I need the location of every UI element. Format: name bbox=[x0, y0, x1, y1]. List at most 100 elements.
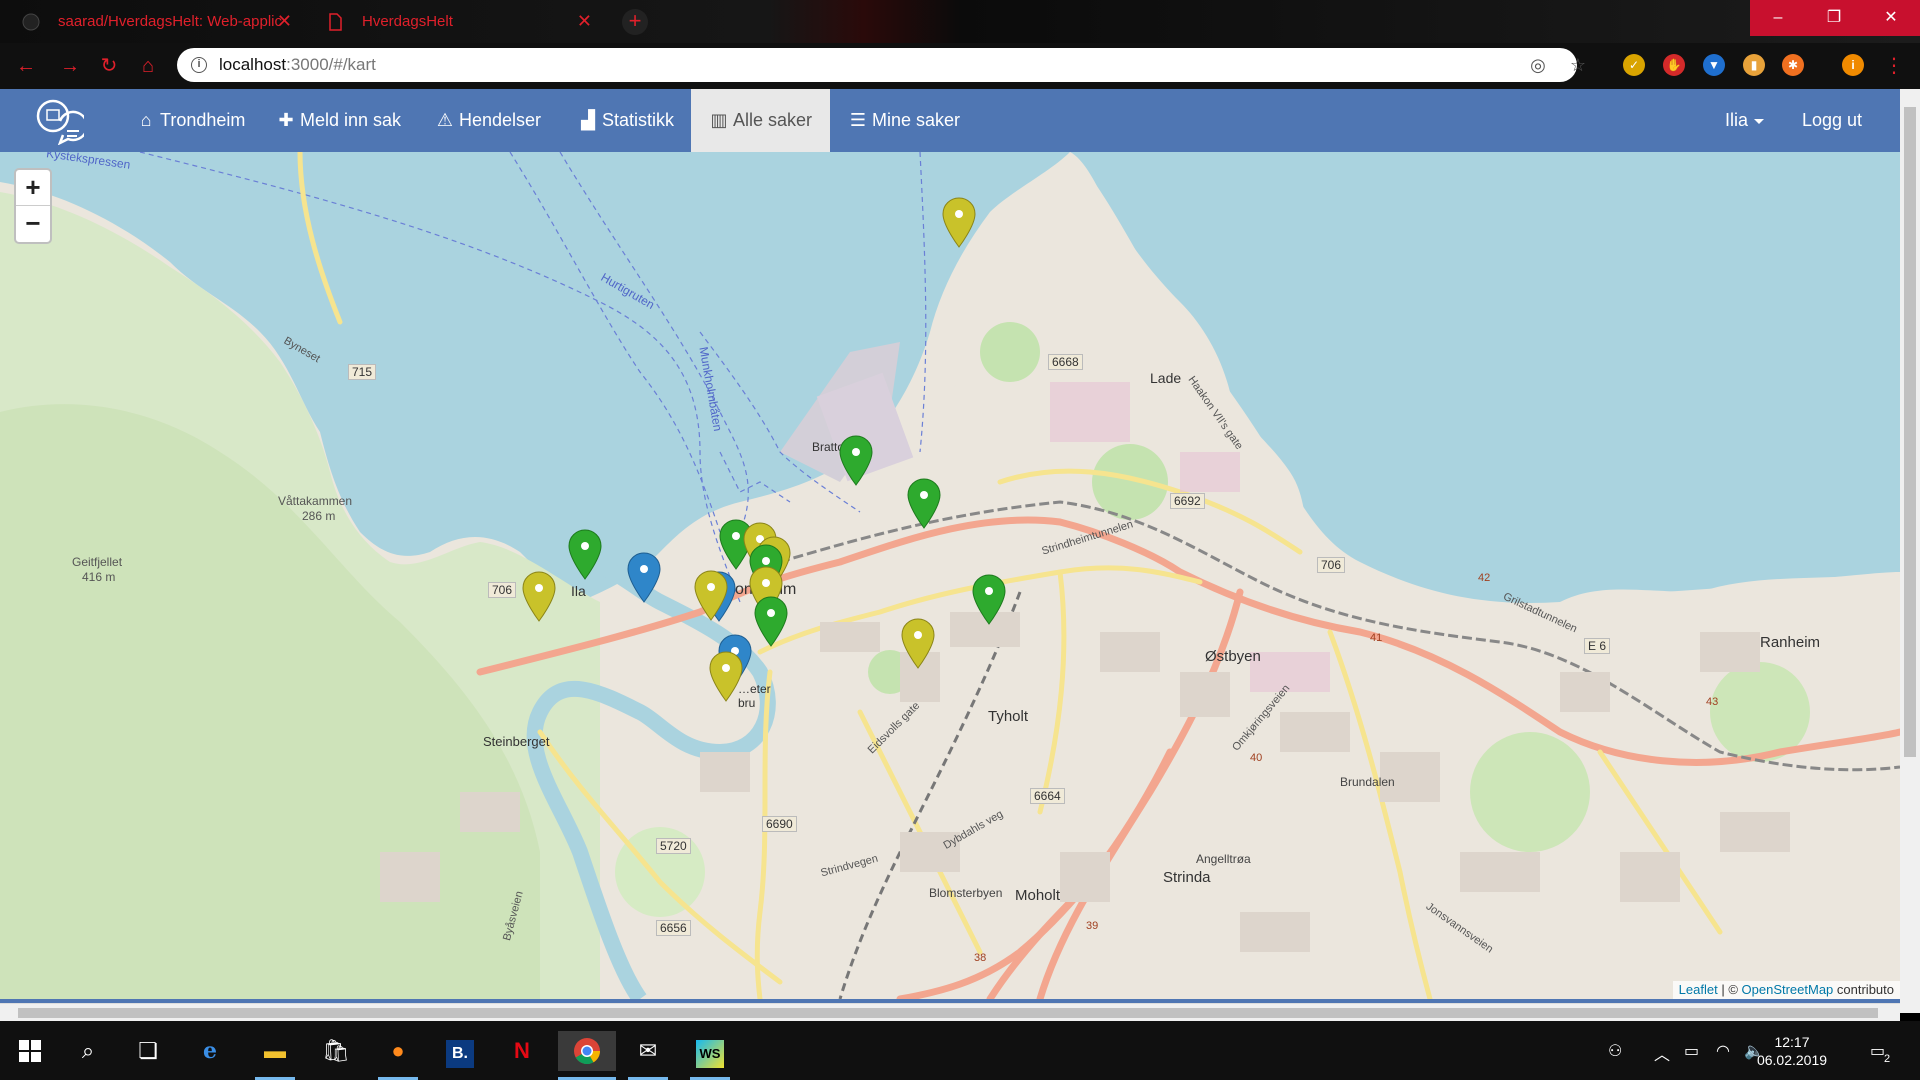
map-attribution: Leaflet | © OpenStreetMap contributo bbox=[1672, 981, 1900, 999]
vertical-scrollbar[interactable] bbox=[1900, 89, 1920, 1013]
map-marker[interactable] bbox=[709, 651, 743, 703]
table-icon: ☰ bbox=[849, 110, 867, 130]
horizontal-scrollbar[interactable] bbox=[0, 1003, 1900, 1021]
task-view-icon[interactable]: ❏ bbox=[128, 1031, 168, 1071]
road-label-41: 41 bbox=[1370, 632, 1383, 644]
zoom-out-button[interactable]: − bbox=[16, 206, 50, 242]
start-icon[interactable] bbox=[10, 1031, 50, 1071]
map-label-lade: Lade bbox=[1150, 370, 1182, 386]
close-tab-icon[interactable]: ✕ bbox=[277, 0, 292, 43]
map-marker[interactable] bbox=[942, 197, 976, 249]
battery-icon[interactable]: ▭ bbox=[1684, 1041, 1699, 1061]
adblock-icon[interactable]: ✋ bbox=[1663, 54, 1685, 76]
nav-trondheim[interactable]: ⌂ Trondheim bbox=[136, 89, 246, 152]
vpn-shield-icon[interactable]: ▼ bbox=[1703, 54, 1725, 76]
bookmark-star-icon[interactable]: ☆ bbox=[1569, 56, 1587, 74]
windows-taskbar: ⌕ ❏ e ▬ 🛍 ● B. N ✉ WS ⚇ ︿ ▭ ◠ 🔈 12:17 06… bbox=[0, 1021, 1920, 1080]
road-label-43: 43 bbox=[1706, 696, 1719, 708]
mail-icon[interactable]: ✉ bbox=[628, 1031, 668, 1080]
action-center-icon[interactable]: ▭ bbox=[1870, 1041, 1885, 1061]
logout-link[interactable]: Logg ut bbox=[1802, 89, 1862, 152]
map-label-strinda: Strinda bbox=[1163, 869, 1211, 886]
map-marker[interactable] bbox=[568, 529, 602, 581]
webstorm-icon[interactable]: WS bbox=[690, 1031, 730, 1080]
netflix-icon[interactable]: N bbox=[502, 1031, 542, 1071]
road-label-40: 40 bbox=[1250, 752, 1263, 764]
norton-icon[interactable]: ✓ bbox=[1623, 54, 1645, 76]
location-target-icon[interactable]: ◎ bbox=[1529, 56, 1547, 74]
map-marker[interactable] bbox=[901, 618, 935, 670]
address-bar[interactable]: i localhost:3000/#/kart ◎ ☆ bbox=[177, 48, 1586, 82]
map-marker[interactable] bbox=[694, 570, 728, 622]
home-icon: ⌂ bbox=[140, 110, 152, 130]
edge-icon[interactable]: e bbox=[190, 1031, 230, 1071]
map-label-moholt: Moholt bbox=[1015, 887, 1061, 904]
clock-time: 12:17 bbox=[1774, 1034, 1810, 1050]
booking-icon[interactable]: B. bbox=[440, 1031, 480, 1071]
chrome-icon[interactable] bbox=[558, 1031, 616, 1080]
browser-tab-hverdagshelt[interactable]: HverdagsHelt ✕ bbox=[304, 0, 604, 43]
people-icon[interactable]: ⚇ bbox=[1608, 1041, 1622, 1061]
show-hidden-icons-icon[interactable]: ︿ bbox=[1654, 1041, 1670, 1065]
profile-icon[interactable]: i bbox=[1842, 54, 1864, 76]
caret-down-icon bbox=[1754, 118, 1765, 124]
road-shield-6692: 6692 bbox=[1170, 493, 1205, 509]
home-button-icon[interactable]: ⌂ bbox=[134, 52, 162, 80]
scrollbar-thumb[interactable] bbox=[18, 1008, 1878, 1018]
nav-alle-saker[interactable]: ▥ Alle saker bbox=[691, 89, 831, 152]
road-shield-e6: E 6 bbox=[1584, 638, 1611, 654]
scrollbar-thumb[interactable] bbox=[1904, 107, 1916, 757]
road-shield-706-east: 706 bbox=[1317, 557, 1346, 573]
forward-icon[interactable]: → bbox=[56, 52, 84, 80]
file-explorer-icon[interactable]: ▬ bbox=[255, 1031, 295, 1080]
maximize-button[interactable]: ❐ bbox=[1806, 0, 1862, 36]
road-shield-6668: 6668 bbox=[1048, 354, 1083, 370]
bar-chart-icon: ▟ bbox=[581, 110, 595, 130]
avast-icon[interactable]: ✱ bbox=[1782, 54, 1804, 76]
map-marker[interactable] bbox=[754, 596, 788, 648]
browser-tab-github[interactable]: saarad/HverdagsHelt: Web-applic ✕ bbox=[0, 0, 304, 43]
close-window-button[interactable]: ✕ bbox=[1862, 0, 1920, 36]
road-shield-5720: 5720 bbox=[656, 838, 691, 854]
store-icon[interactable]: 🛍 bbox=[316, 1031, 356, 1071]
map-label-tyholt: Tyholt bbox=[988, 708, 1029, 725]
map-label-ranheim: Ranheim bbox=[1760, 634, 1821, 651]
site-info-icon[interactable]: i bbox=[191, 57, 207, 73]
menu-kebab-icon[interactable]: ⋮ bbox=[1880, 52, 1908, 80]
nav-hendelser[interactable]: ⚠ Hendelser bbox=[435, 89, 541, 152]
map-label-bakklandet: …eter bru bbox=[738, 682, 771, 710]
new-tab-button[interactable]: + bbox=[622, 9, 648, 35]
url-text[interactable]: localhost:3000/#/kart bbox=[219, 48, 376, 82]
reload-icon[interactable]: ↻ bbox=[95, 52, 123, 80]
wifi-icon[interactable]: ◠ bbox=[1716, 1041, 1730, 1061]
nav-meld-inn-sak[interactable]: ✚ Meld inn sak bbox=[276, 89, 401, 152]
map-marker[interactable] bbox=[972, 574, 1006, 626]
minimize-button[interactable]: – bbox=[1750, 0, 1806, 36]
map-label-ostbyen: Østbyen bbox=[1205, 648, 1261, 665]
openstreetmap-link[interactable]: OpenStreetMap bbox=[1742, 982, 1834, 997]
firefox-icon[interactable]: ● bbox=[378, 1031, 418, 1080]
leaflet-link[interactable]: Leaflet bbox=[1679, 982, 1718, 997]
tab-title: saarad/HverdagsHelt: Web-applic bbox=[58, 13, 282, 30]
close-tab-icon[interactable]: ✕ bbox=[577, 0, 592, 43]
nav-statistikk[interactable]: ▟ Statistikk bbox=[578, 89, 674, 152]
browser-tab-strip: saarad/HverdagsHelt: Web-applic ✕ Hverda… bbox=[0, 0, 1920, 43]
hverdagshelt-logo[interactable] bbox=[34, 97, 84, 145]
map-marker[interactable] bbox=[907, 478, 941, 530]
bottle-icon[interactable]: ▮ bbox=[1743, 54, 1765, 76]
back-icon[interactable]: ← bbox=[12, 52, 40, 80]
map-icon: ▥ bbox=[710, 110, 728, 130]
map-container[interactable]: Lade Ila ondheim Østbyen Tyholt Moholt S… bbox=[0, 152, 1900, 999]
tab-title: HverdagsHelt bbox=[362, 13, 453, 30]
road-label-39: 39 bbox=[1086, 920, 1099, 932]
zoom-in-button[interactable]: + bbox=[16, 170, 50, 206]
user-dropdown[interactable]: Ilia bbox=[1725, 89, 1765, 152]
system-clock[interactable]: 12:17 06.02.2019 bbox=[1752, 1033, 1832, 1069]
map-marker[interactable] bbox=[839, 435, 873, 487]
map-marker[interactable] bbox=[522, 571, 556, 623]
search-icon[interactable]: ⌕ bbox=[68, 1031, 108, 1071]
map-marker[interactable] bbox=[627, 552, 661, 604]
zoom-control: + − bbox=[14, 168, 52, 244]
warning-icon: ⚠ bbox=[436, 110, 454, 130]
nav-mine-saker[interactable]: ☰ Mine saker bbox=[848, 89, 960, 152]
